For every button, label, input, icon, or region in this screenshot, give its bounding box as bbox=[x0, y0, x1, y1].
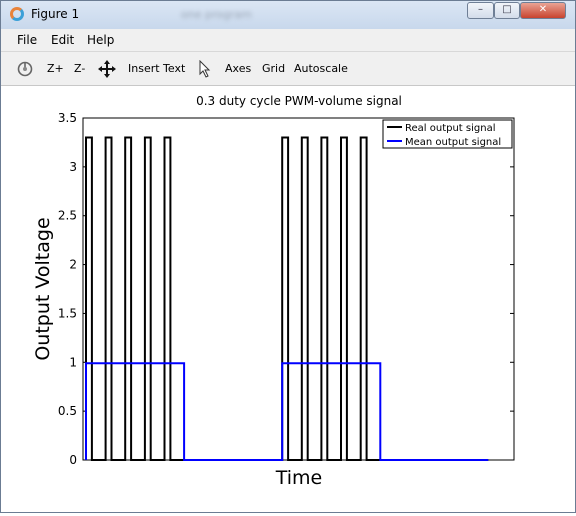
y-tick-label: 3 bbox=[69, 160, 77, 174]
chart-svg: 0.3 duty cycle PWM-volume signal 0 0.5 1 1.… bbox=[32, 94, 515, 489]
legend-label-mean: Mean output signal bbox=[405, 137, 501, 148]
minimize-button[interactable]: – bbox=[467, 2, 494, 19]
maximize-button[interactable]: □ bbox=[494, 2, 520, 19]
y-tick-label: 2.5 bbox=[58, 209, 77, 223]
close-button[interactable]: ✕ bbox=[520, 2, 566, 19]
y-tick-label: 2 bbox=[69, 258, 77, 272]
menu-file[interactable]: File bbox=[17, 33, 37, 47]
autoscale-button[interactable]: Autoscale bbox=[294, 62, 348, 75]
y-tick-label: 0 bbox=[69, 453, 77, 467]
y-tick-label: 1.5 bbox=[58, 306, 77, 320]
legend: Real output signal Mean output signal bbox=[382, 119, 513, 149]
series-layer bbox=[85, 136, 489, 461]
y-tick-label: 1 bbox=[69, 355, 77, 369]
app-logo-icon bbox=[10, 7, 24, 21]
select-pointer-icon[interactable] bbox=[198, 60, 212, 78]
window-title: Figure 1 bbox=[31, 7, 80, 21]
insert-text-button[interactable]: Insert Text bbox=[128, 62, 185, 75]
blurred-title-text: one program bbox=[181, 8, 252, 21]
chart-title: 0.3 duty cycle PWM-volume signal bbox=[196, 94, 402, 108]
grid-button[interactable]: Grid bbox=[262, 62, 285, 75]
menu-edit[interactable]: Edit bbox=[51, 33, 74, 47]
title-bar[interactable]: Figure 1 one program – □ ✕ bbox=[1, 1, 575, 29]
y-axis-ticks: 0 0.5 1 1.5 2 2.5 3 3.5 bbox=[58, 111, 514, 467]
axes-box bbox=[82, 117, 515, 461]
rotate-icon[interactable] bbox=[16, 60, 34, 78]
pan-icon[interactable] bbox=[97, 59, 117, 79]
series-line-real-output bbox=[85, 136, 489, 461]
menu-bar: File Edit Help bbox=[1, 29, 575, 52]
zoom-out-button[interactable]: Z- bbox=[74, 62, 85, 75]
x-axis-label: Time bbox=[275, 467, 323, 489]
menu-help[interactable]: Help bbox=[87, 33, 114, 47]
zoom-in-button[interactable]: Z+ bbox=[47, 62, 64, 75]
toolbar: Z+ Z- Insert Text Axes Grid Autoscale bbox=[1, 52, 575, 86]
legend-label-real: Real output signal bbox=[405, 123, 495, 134]
plot-area[interactable]: 0.3 duty cycle PWM-volume signal 0 0.5 1 1.… bbox=[1, 86, 575, 512]
figure-window: Figure 1 one program – □ ✕ File Edit Hel… bbox=[0, 0, 576, 513]
y-axis-label: Output Voltage bbox=[32, 217, 54, 360]
axes-button[interactable]: Axes bbox=[225, 62, 251, 75]
y-tick-label: 0.5 bbox=[58, 404, 77, 418]
y-tick-label: 3.5 bbox=[58, 111, 77, 125]
